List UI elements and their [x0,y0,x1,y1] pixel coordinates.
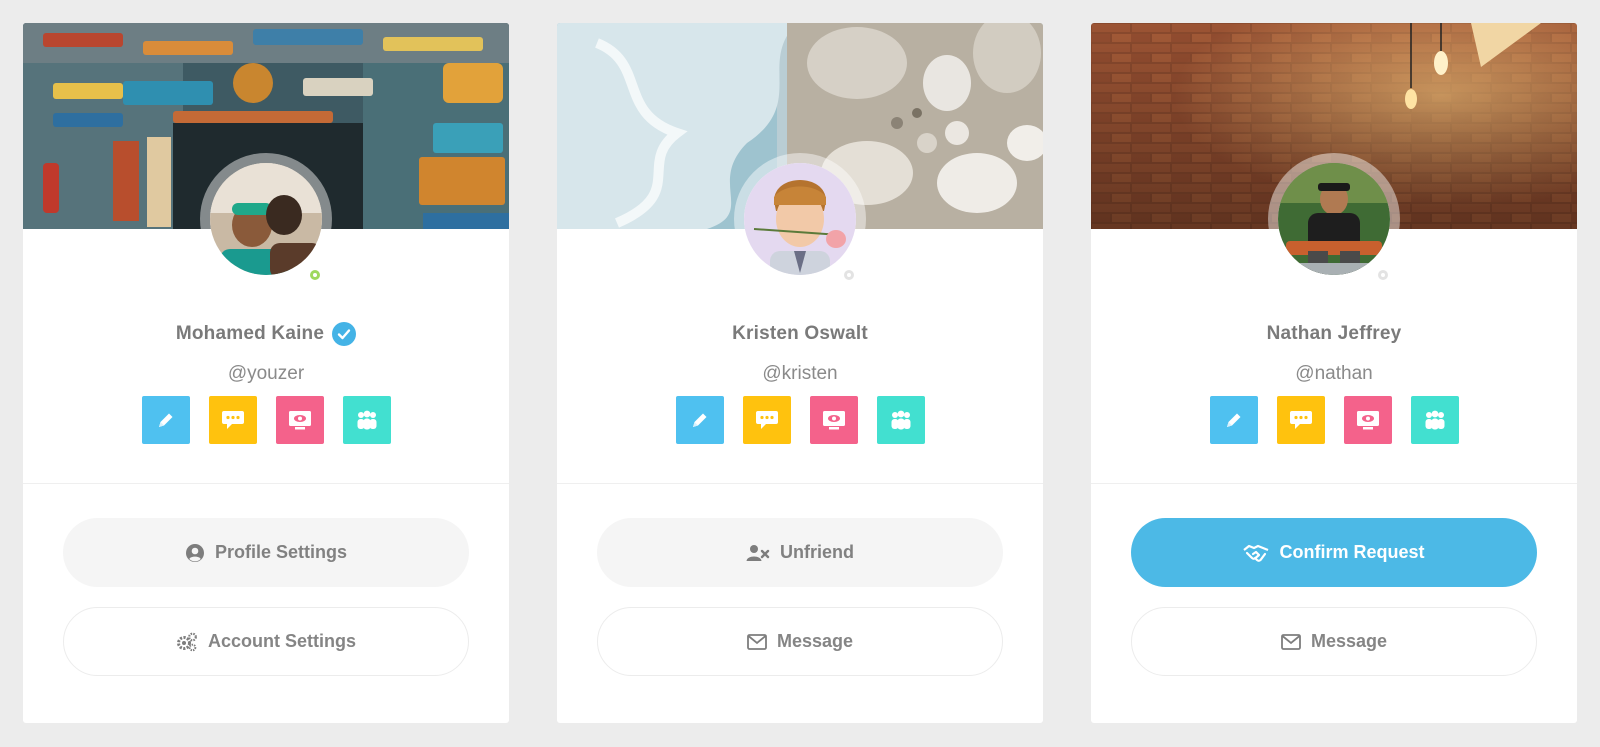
gears-icon [176,632,197,651]
profile-card: Kristen Oswalt @kristen Unfriend Message [557,23,1043,723]
chat-icon[interactable] [742,396,791,444]
user-handle: @nathan [1295,363,1373,384]
monitor-eye-icon[interactable] [809,396,858,444]
account-settings-label: Account Settings [207,631,356,651]
divider [1091,483,1577,484]
profile-icon-buttons [23,396,509,444]
chat-icon[interactable] [208,396,257,444]
monitor-eye-icon[interactable] [1343,396,1392,444]
confirm-request-label: Confirm Request [1279,542,1425,562]
user-name[interactable]: Kristen Oswalt [732,323,868,345]
group-icon[interactable] [1410,396,1459,444]
profile-card: Nathan Jeffrey @nathan Confirm Request M… [1091,23,1577,723]
profile-icon-buttons [1091,396,1577,444]
group-icon[interactable] [342,396,391,444]
handshake-icon [1243,544,1269,562]
confirm-request-button[interactable]: Confirm Request [1131,518,1537,587]
message-label: Message [776,631,854,651]
pencil-icon[interactable] [1209,396,1258,444]
avatar[interactable] [1278,163,1390,275]
offline-status-indicator [841,267,857,283]
user-handle: @youzer [227,363,305,384]
profile-settings-label: Profile Settings [214,542,348,562]
user-name[interactable]: Mohamed Kaine [176,323,324,345]
name-row: Kristen Oswalt [557,319,1043,349]
offline-status-indicator [1375,267,1391,283]
profile-settings-button[interactable]: Profile Settings [63,518,469,587]
message-button[interactable]: Message [597,607,1003,676]
online-status-indicator [307,267,323,283]
account-settings-button[interactable]: Account Settings [63,607,469,676]
message-button[interactable]: Message [1131,607,1537,676]
user-handle: @kristen [762,363,838,384]
verified-badge-icon [332,322,357,346]
monitor-eye-icon[interactable] [275,396,324,444]
user-name[interactable]: Nathan Jeffrey [1267,323,1402,345]
profile-card: Mohamed Kaine @youzer Profile Settings A… [23,23,509,723]
unfriend-button[interactable]: Unfriend [597,518,1003,587]
user-times-icon [746,544,770,561]
group-icon[interactable] [876,396,925,444]
message-label: Message [1310,631,1388,651]
unfriend-label: Unfriend [780,542,854,562]
divider [23,483,509,484]
divider [557,483,1043,484]
envelope-icon [1281,633,1301,650]
chat-icon[interactable] [1276,396,1325,444]
avatar[interactable] [210,163,322,275]
user-circle-icon [185,543,204,562]
envelope-icon [747,633,767,650]
pencil-icon[interactable] [675,396,724,444]
avatar[interactable] [744,163,856,275]
pencil-icon[interactable] [141,396,190,444]
name-row: Nathan Jeffrey [1091,319,1577,349]
profile-icon-buttons [557,396,1043,444]
name-row: Mohamed Kaine [23,319,509,349]
